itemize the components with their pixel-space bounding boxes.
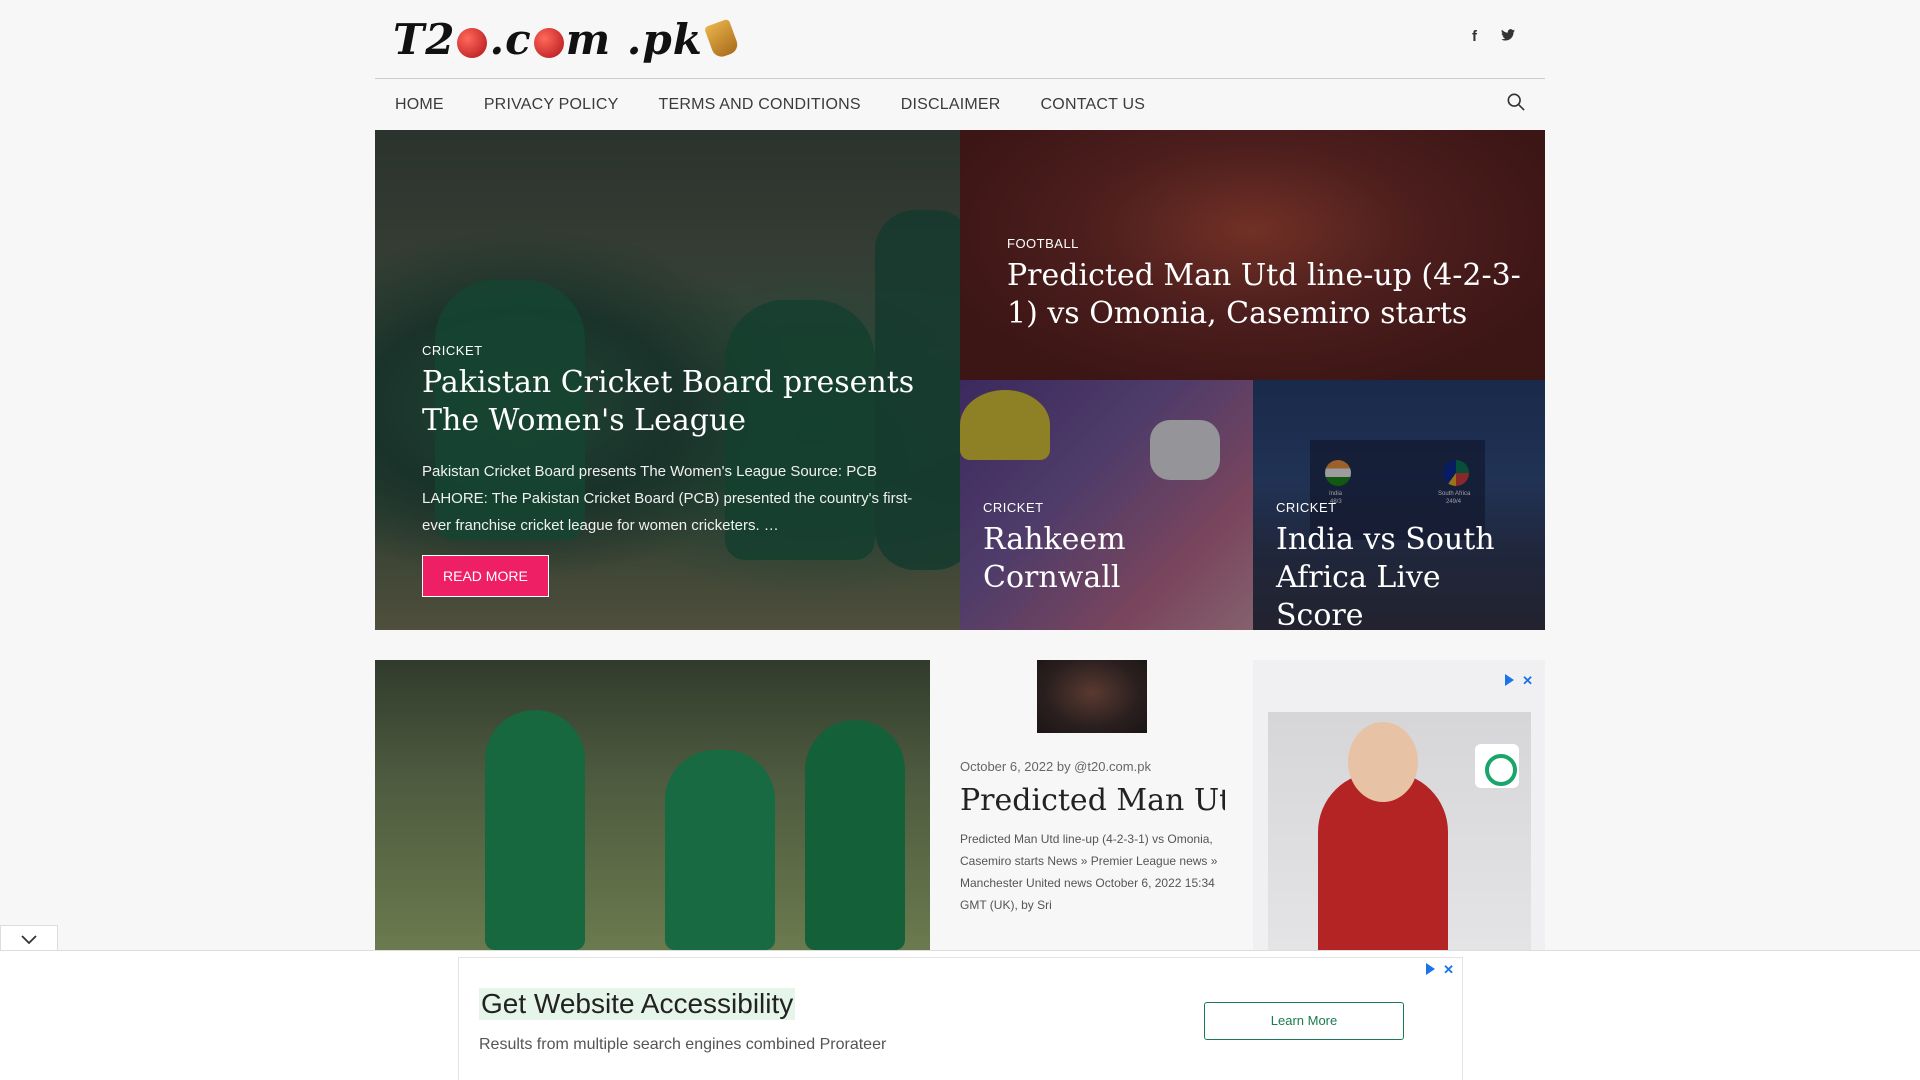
nav-terms[interactable]: TERMS AND CONDITIONS <box>639 96 881 114</box>
ad-description: Results from multiple search engines com… <box>479 1036 887 1053</box>
ad-close-icon[interactable]: ✕ <box>1443 962 1454 978</box>
post-thumbnail[interactable] <box>1037 660 1147 733</box>
logo-text: T2 .c m .pk <box>393 14 703 64</box>
nav-contact[interactable]: CONTACT US <box>1021 96 1166 114</box>
featured-post-main[interactable]: CRICKET Pakistan Cricket Board presents … <box>375 130 960 630</box>
site-header: T2 .c m .pk f <box>375 0 1545 79</box>
featured-post-football[interactable]: FOOTBALL Predicted Man Utd line-up (4-2-… <box>960 130 1545 380</box>
cricket-bat-icon <box>703 18 740 60</box>
ad-close-icon[interactable]: ✕ <box>1522 673 1533 689</box>
bottom-ad[interactable]: ✕ Get Website Accessibility Results from… <box>458 957 1463 1080</box>
nav-privacy-policy[interactable]: PRIVACY POLICY <box>464 96 639 114</box>
post-featured-image[interactable] <box>375 660 930 950</box>
post-title[interactable]: Predicted Man Utd line-up (4-2-3-1) vs O… <box>1007 257 1527 333</box>
post-title[interactable]: Predicted Man Utd line-up (4-2-3-1) vs <box>960 782 1225 820</box>
twitter-icon[interactable] <box>1501 28 1515 45</box>
post-category[interactable]: FOOTBALL <box>1007 236 1527 251</box>
social-links: f <box>1472 28 1515 45</box>
ad-learn-more-button[interactable]: Learn More <box>1204 1002 1404 1040</box>
facebook-icon[interactable]: f <box>1472 28 1477 45</box>
ad-collapse-toggle[interactable] <box>0 925 58 953</box>
read-more-button[interactable]: READ MORE <box>422 555 549 597</box>
post-title[interactable]: Pakistan Cricket Board presents The Wome… <box>422 364 932 440</box>
featured-grid: CRICKET Pakistan Cricket Board presents … <box>375 130 1545 630</box>
bottom-ad-bar: ✕ Get Website Accessibility Results from… <box>0 950 1920 1080</box>
ad-choices-icon[interactable] <box>1505 674 1515 686</box>
post-title[interactable]: India vs South Africa Live Score <box>1276 521 1536 630</box>
post-excerpt: Predicted Man Utd line-up (4-2-3-1) vs O… <box>960 832 1218 912</box>
ball-icon <box>533 27 564 58</box>
search-icon[interactable] <box>1507 93 1525 111</box>
sidebar-ad[interactable]: ✕ <box>1253 660 1545 952</box>
post-excerpt: Pakistan Cricket Board presents The Wome… <box>422 463 913 534</box>
ad-headline[interactable]: Get Website Accessibility <box>479 988 796 1020</box>
main-nav: HOME PRIVACY POLICY TERMS AND CONDITIONS… <box>375 78 1545 130</box>
post-title[interactable]: Rahkeem Cornwall <box>983 521 1243 597</box>
ad-brand-logo <box>1475 744 1519 788</box>
post-meta: October 6, 2022 by @t20.com.pk <box>960 759 1151 774</box>
post-category[interactable]: CRICKET <box>1276 500 1536 515</box>
chevron-down-icon <box>21 935 37 945</box>
post-category[interactable]: CRICKET <box>422 343 932 358</box>
nav-disclaimer[interactable]: DISCLAIMER <box>881 96 1021 114</box>
ad-choices-icon[interactable] <box>1426 963 1436 975</box>
featured-post-cornwall[interactable]: CRICKET Rahkeem Cornwall <box>960 380 1253 630</box>
ad-image[interactable] <box>1268 712 1531 952</box>
site-logo[interactable]: T2 .c m .pk <box>393 14 740 64</box>
featured-post-india-sa[interactable]: India 48/3 South Africa 249/4 CRICKET In… <box>1253 380 1545 630</box>
cricket-ball-icon <box>457 27 488 58</box>
post-summary: October 6, 2022 by @t20.com.pk Predicted… <box>960 660 1225 916</box>
post-category[interactable]: CRICKET <box>983 500 1243 515</box>
nav-home[interactable]: HOME <box>375 96 464 114</box>
